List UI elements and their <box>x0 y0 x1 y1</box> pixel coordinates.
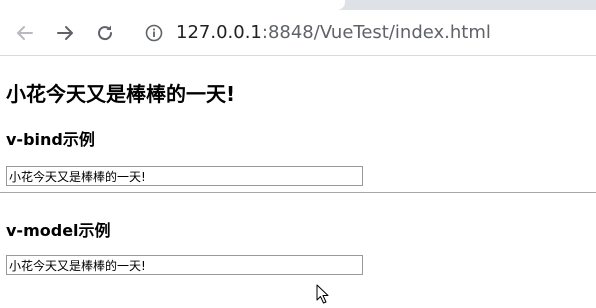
reload-icon <box>98 25 113 41</box>
reload-button[interactable] <box>92 20 118 46</box>
active-tab[interactable] <box>0 0 345 10</box>
page-title: 小花今天又是棒棒的一天! <box>6 82 236 106</box>
url-path: :8848/VueTest/index.html <box>261 22 491 43</box>
forward-button[interactable] <box>52 20 78 46</box>
v-model-heading: v-model示例 <box>6 221 111 240</box>
tab-strip <box>0 0 596 10</box>
horizontal-rule <box>0 192 596 193</box>
url-host: 127.0.0.1 <box>176 22 262 43</box>
site-info-button[interactable] <box>143 22 165 44</box>
mouse-cursor-icon <box>316 284 329 304</box>
v-bind-heading: v-bind示例 <box>6 130 95 149</box>
browser-toolbar: 127.0.0.1:8848/VueTest/index.html <box>0 10 596 56</box>
v-model-input[interactable] <box>6 255 363 275</box>
page-content: 小花今天又是棒棒的一天! v-bind示例 v-model示例 <box>0 56 596 308</box>
back-button[interactable] <box>12 20 38 46</box>
v-bind-input[interactable] <box>6 166 363 186</box>
address-bar[interactable]: 127.0.0.1:8848/VueTest/index.html <box>176 22 491 44</box>
arrow-right-icon <box>57 26 73 40</box>
info-icon <box>145 24 163 42</box>
arrow-left-icon <box>17 26 33 40</box>
